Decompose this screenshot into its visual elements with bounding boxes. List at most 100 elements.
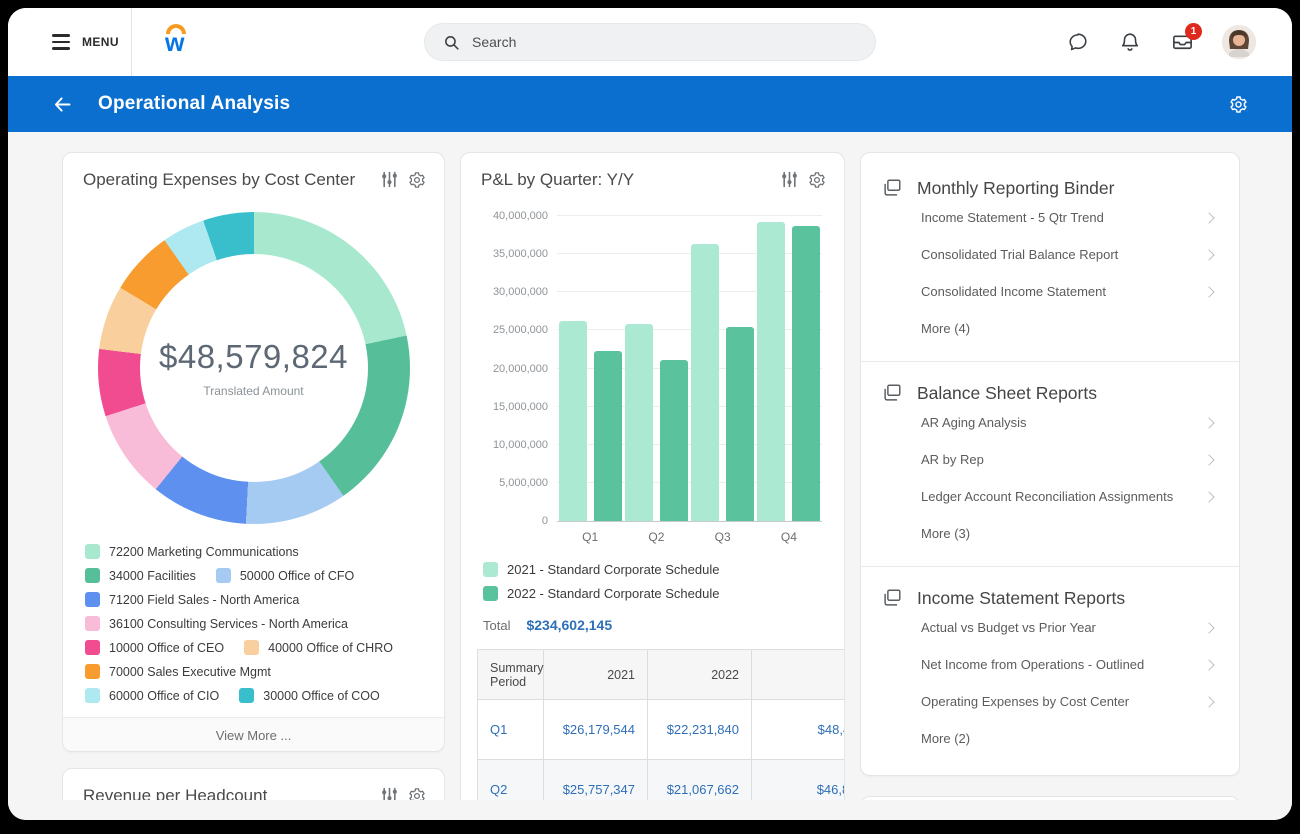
workday-logo[interactable]: w <box>162 23 196 61</box>
page-settings-gear-icon[interactable] <box>1229 95 1248 114</box>
bar[interactable] <box>594 351 622 521</box>
report-link[interactable]: Consolidated Income Statement <box>919 273 1219 310</box>
report-link[interactable]: Income Statement - 5 Qtr Trend <box>919 199 1219 236</box>
search-input[interactable]: Search <box>424 23 876 61</box>
filter-sliders-icon[interactable] <box>381 171 398 189</box>
opex-card: Operating Expenses by Cost Center $48,57 <box>62 152 445 752</box>
report-link[interactable]: Operating Expenses by Cost Center <box>919 683 1219 720</box>
donut-legend-item: 40000 Office of CHRO <box>244 640 393 655</box>
more-link[interactable]: More (4) <box>919 310 1219 347</box>
notifications-bell-button[interactable] <box>1118 30 1142 54</box>
report-section-title-row: Monthly Reporting Binder <box>881 177 1219 199</box>
binder-icon <box>881 382 903 404</box>
bar[interactable] <box>660 360 688 521</box>
legend-label: 60000 Office of CIO <box>109 689 219 703</box>
filter-sliders-icon[interactable] <box>381 787 398 800</box>
period-link[interactable]: Q2 <box>478 760 544 801</box>
chevron-right-icon <box>1203 286 1214 297</box>
legend-swatch <box>483 562 498 577</box>
report-link[interactable]: Net Income from Operations - Outlined <box>919 646 1219 683</box>
table-row: Q2$25,757,347$21,067,662$46,825,009 <box>478 760 846 801</box>
more-link[interactable]: More (3) <box>919 515 1219 552</box>
legend-label: 2021 - Standard Corporate Schedule <box>507 562 719 577</box>
legend-label: 2022 - Standard Corporate Schedule <box>507 586 719 601</box>
donut-chart[interactable]: $48,579,824 Translated Amount <box>98 212 410 524</box>
bar[interactable] <box>691 244 719 521</box>
report-link[interactable]: Ledger Account Reconciliation Assignment… <box>919 478 1219 515</box>
report-link-label: AR by Rep <box>921 452 984 467</box>
card-settings-gear-icon[interactable] <box>808 171 826 189</box>
report-section-title: Balance Sheet Reports <box>917 383 1097 404</box>
more-link-label: More (4) <box>921 321 970 336</box>
filter-sliders-icon[interactable] <box>781 171 798 189</box>
back-button[interactable] <box>52 92 76 116</box>
report-section-title: Monthly Reporting Binder <box>917 178 1114 199</box>
reports-card: Monthly Reporting BinderIncome Statement… <box>860 152 1240 776</box>
donut-center-value: $48,579,824 <box>159 338 348 376</box>
legend-label: 40000 Office of CHRO <box>268 641 393 655</box>
report-link[interactable]: Actual vs Budget vs Prior Year <box>919 609 1219 646</box>
menu-button[interactable]: MENU <box>8 34 131 49</box>
report-link[interactable]: AR by Rep <box>919 441 1219 478</box>
report-link[interactable]: AR Aging Analysis <box>919 404 1219 441</box>
opex-card-title: Operating Expenses by Cost Center <box>83 170 355 190</box>
bar-chart-legend: 2021 - Standard Corporate Schedule 2022 -… <box>461 544 844 601</box>
bar[interactable] <box>726 327 754 521</box>
column-left: Operating Expenses by Cost Center $48,57 <box>62 152 445 800</box>
inbox-tray-button[interactable]: 1 <box>1170 30 1194 54</box>
amount-link[interactable]: $25,757,347 <box>544 760 648 801</box>
x-axis-label: Q2 <box>623 530 689 544</box>
chevron-right-icon <box>1203 212 1214 223</box>
amount-link[interactable]: $22,231,840 <box>648 700 752 760</box>
donut-legend-item: 36100 Consulting Services - North Americ… <box>85 616 348 631</box>
avatar[interactable] <box>1222 25 1256 59</box>
legend-label: 70000 Sales Executive Mgmt <box>109 665 271 679</box>
amount-link[interactable]: $48,411,384 <box>752 700 846 760</box>
legend-label: 71200 Field Sales - North America <box>109 593 299 607</box>
donut-center: $48,579,824 Translated Amount <box>140 254 368 482</box>
report-section-title-row: Balance Sheet Reports <box>881 382 1219 404</box>
top-bar: MENU w Search 1 <box>8 8 1292 76</box>
y-axis-tick: 5,000,000 <box>499 477 548 489</box>
donut-legend-item: 72200 Marketing Communications <box>85 544 299 559</box>
total-value[interactable]: $234,602,145 <box>526 617 612 633</box>
chevron-right-icon <box>1203 249 1214 260</box>
report-link-label: Net Income from Operations - Outlined <box>921 657 1144 672</box>
legend-swatch <box>85 616 100 631</box>
view-more-button[interactable]: View More ... <box>63 717 444 752</box>
chat-button[interactable] <box>1066 30 1090 54</box>
pnl-total-row: Total $234,602,145 <box>461 601 844 633</box>
amount-link[interactable]: $26,179,544 <box>544 700 648 760</box>
legend-swatch <box>483 586 498 601</box>
report-link[interactable]: Consolidated Trial Balance Report <box>919 236 1219 273</box>
more-link[interactable]: More (2) <box>919 720 1219 757</box>
donut-legend-item: 34000 Facilities <box>85 568 196 583</box>
y-axis-tick: 15,000,000 <box>493 401 548 413</box>
bar[interactable] <box>792 226 820 521</box>
dashboard-content: Operating Expenses by Cost Center $48,57 <box>8 132 1292 820</box>
bar[interactable] <box>559 321 587 521</box>
report-section: Balance Sheet ReportsAR Aging Analysis AR… <box>861 361 1239 566</box>
period-link[interactable]: Q1 <box>478 700 544 760</box>
card-settings-gear-icon[interactable] <box>408 171 426 189</box>
card-settings-gear-icon[interactable] <box>408 787 426 800</box>
bar[interactable] <box>757 222 785 521</box>
pnl-card: P&L by Quarter: Y/Y 05,000,00010,000,000… <box>460 152 845 800</box>
chevron-right-icon <box>1203 491 1214 502</box>
amount-link[interactable]: $46,825,009 <box>752 760 846 801</box>
column-right: Monthly Reporting BinderIncome Statement… <box>860 152 1240 800</box>
report-link-label: Operating Expenses by Cost Center <box>921 694 1129 709</box>
legend-swatch <box>85 664 100 679</box>
table-header-cell: 2022 <box>648 650 752 700</box>
donut-legend-item: 10000 Office of CEO <box>85 640 224 655</box>
hamburger-icon <box>52 34 70 49</box>
more-link-label: More (3) <box>921 526 970 541</box>
bar-chart[interactable]: 05,000,00010,000,00015,000,00020,000,000… <box>557 216 822 522</box>
report-link-label: Consolidated Income Statement <box>921 284 1106 299</box>
bar-group <box>623 324 689 521</box>
donut-legend-item: 70000 Sales Executive Mgmt <box>85 664 271 679</box>
report-section: Monthly Reporting BinderIncome Statement… <box>861 157 1239 361</box>
bar[interactable] <box>625 324 653 521</box>
y-axis-tick: 0 <box>542 515 548 527</box>
amount-link[interactable]: $21,067,662 <box>648 760 752 801</box>
